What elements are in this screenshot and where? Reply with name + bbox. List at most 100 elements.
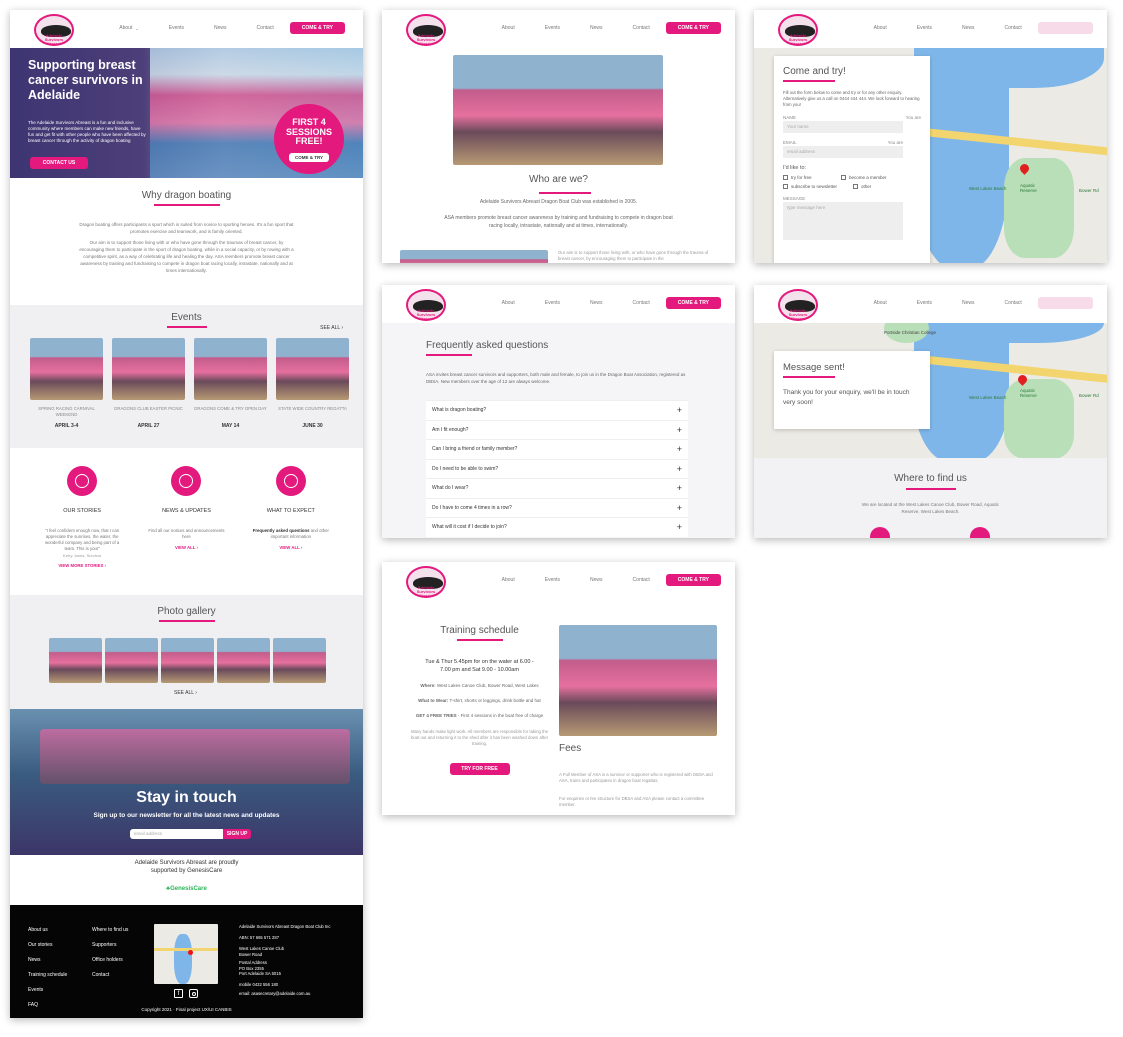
plus-icon[interactable]: +: [677, 483, 682, 493]
plus-icon[interactable]: +: [677, 464, 682, 474]
come-try-button[interactable]: COME & TRY: [665, 22, 721, 34]
checkbox[interactable]: [783, 175, 788, 180]
footer-facebook-icon[interactable]: f: [174, 989, 183, 998]
footer-link[interactable]: Supporters: [92, 942, 128, 948]
nav-contact[interactable]: Contact: [633, 577, 650, 583]
nav-about[interactable]: About: [502, 25, 515, 31]
plus-icon[interactable]: +: [677, 503, 682, 513]
nav-events[interactable]: Events: [545, 577, 560, 583]
gallery-photo[interactable]: [161, 638, 214, 683]
email-input[interactable]: email address: [783, 146, 903, 158]
nav-news[interactable]: News: [962, 25, 975, 31]
nav-about[interactable]: About: [874, 300, 887, 306]
info-icon[interactable]: [870, 527, 890, 538]
nav-events[interactable]: Events: [545, 300, 560, 306]
feature-link[interactable]: VIEW ALL ›: [145, 545, 227, 550]
gallery-see-all[interactable]: SEE ALL ›: [174, 690, 197, 696]
event-date: APRIL 3-4: [54, 423, 79, 429]
plus-icon[interactable]: +: [677, 444, 682, 454]
club-logo[interactable]: Adelaide Survivors Abreast: [406, 14, 446, 46]
club-logo[interactable]: Adelaide Survivors Abreast: [406, 289, 446, 321]
footer-link[interactable]: Events: [28, 987, 67, 993]
checkbox[interactable]: [783, 184, 788, 189]
footer-link[interactable]: Contact: [92, 972, 128, 978]
faq-item[interactable]: Can I bring a friend or family member? +: [426, 439, 688, 459]
contact-us-button[interactable]: CONTACT US: [30, 157, 88, 169]
nav-contact[interactable]: Contact: [1005, 25, 1022, 31]
footer-link[interactable]: News: [28, 957, 67, 963]
nav-news[interactable]: News: [962, 300, 975, 306]
footer-link[interactable]: Training schedule: [28, 972, 67, 978]
nav-news[interactable]: News: [590, 300, 603, 306]
nav-news[interactable]: News: [590, 577, 603, 583]
footer-link[interactable]: Office holders: [92, 957, 128, 963]
genesiscare-logo[interactable]: ♣GenesisCare: [10, 886, 363, 892]
badge-come-try-button[interactable]: COME & TRY: [288, 153, 330, 162]
nav-about[interactable]: About: [502, 577, 515, 583]
wear-value: T-shirt, shorts or leggings, drink bottl…: [449, 698, 541, 703]
gallery-photo[interactable]: [105, 638, 158, 683]
nav-news[interactable]: News: [214, 25, 227, 31]
feature-link[interactable]: VIEW MORE STORIES ›: [41, 563, 123, 568]
footer-link[interactable]: About us: [28, 927, 67, 933]
come-try-button[interactable]: COME & TRY: [665, 297, 721, 309]
faq-item[interactable]: What will it cost if I decide to join? +: [426, 517, 688, 537]
event-card[interactable]: SPRING RACING CARNIVAL WEEKEND APRIL 3-4: [30, 338, 103, 429]
nav-events[interactable]: Events: [917, 300, 932, 306]
nav-contact[interactable]: Contact: [633, 25, 650, 31]
sign-up-button[interactable]: SIGN UP: [223, 829, 251, 839]
footer-link[interactable]: Our stories: [28, 942, 67, 948]
try-for-free-button[interactable]: TRY FOR FREE: [449, 763, 510, 775]
event-card[interactable]: DRAGONS CLUB EASTER PICNIC APRIL 27: [112, 338, 185, 429]
plus-icon[interactable]: +: [677, 425, 682, 435]
option-other[interactable]: other: [853, 184, 893, 189]
faq-item[interactable]: What is dragon boating? +: [426, 400, 688, 420]
faq-item[interactable]: Am I fit enough? +: [426, 419, 688, 440]
name-input[interactable]: Your name: [783, 121, 903, 133]
come-try-button[interactable]: COME & TRY: [1037, 297, 1093, 309]
footer-email[interactable]: email: asasecretary@adelaide.com.au: [239, 991, 359, 997]
faq-item[interactable]: Do I need to be able to swim? +: [426, 458, 688, 479]
faq-item[interactable]: What do I wear? +: [426, 478, 688, 498]
nav-events[interactable]: Events: [169, 25, 184, 31]
nav-about[interactable]: About: [119, 25, 132, 31]
footer-instagram-icon[interactable]: [189, 989, 198, 998]
footer-map[interactable]: [154, 924, 218, 984]
nav-news[interactable]: News: [590, 25, 603, 31]
event-card[interactable]: DRAGONS COME & TRY OPEN DAY MAY 14: [194, 338, 267, 429]
gallery-photo[interactable]: [217, 638, 270, 683]
club-logo[interactable]: Adelaide Survivors Abreast: [34, 14, 74, 46]
club-logo[interactable]: Adelaide Survivors Abreast: [778, 289, 818, 321]
nav-about[interactable]: About: [502, 300, 515, 306]
option-member[interactable]: become a member: [841, 175, 911, 180]
nav-contact[interactable]: Contact: [257, 25, 274, 31]
club-logo[interactable]: Adelaide Survivors Abreast: [778, 14, 818, 46]
calendar-icon[interactable]: [970, 527, 990, 538]
checkbox[interactable]: [841, 175, 846, 180]
gallery-photo[interactable]: [49, 638, 102, 683]
come-try-button[interactable]: COME & TRY: [289, 22, 345, 34]
faq-item[interactable]: Do I have to come 4 times in a row? +: [426, 497, 688, 518]
checkbox[interactable]: [853, 184, 858, 189]
nav-events[interactable]: Events: [545, 25, 560, 31]
events-see-all[interactable]: SEE ALL ›: [320, 325, 343, 331]
gallery-photo[interactable]: [273, 638, 326, 683]
nav-contact[interactable]: Contact: [633, 300, 650, 306]
club-logo[interactable]: Adelaide Survivors Abreast: [406, 566, 446, 598]
event-card[interactable]: STATE WIDE COUNTRY REGATTA JUNE 30: [276, 338, 349, 429]
option-try[interactable]: try for free: [783, 175, 841, 180]
plus-icon[interactable]: +: [677, 522, 682, 532]
nav-about[interactable]: About: [874, 25, 887, 31]
footer-link[interactable]: Where to find us: [92, 927, 128, 933]
come-try-button[interactable]: COME & TRY: [665, 574, 721, 586]
newsletter-email-input[interactable]: email address: [130, 829, 223, 839]
option-newsletter[interactable]: subscribe to newsletter: [783, 184, 853, 189]
nav-events[interactable]: Events: [917, 25, 932, 31]
come-try-button[interactable]: COME & TRY: [1037, 22, 1093, 34]
nav-contact[interactable]: Contact: [1005, 300, 1022, 306]
message-textarea[interactable]: type message here: [783, 202, 903, 240]
chat-icon: [171, 466, 202, 496]
feature-link[interactable]: VIEW ALL ›: [250, 545, 332, 550]
sponsor-logo-text: GenesisCare: [170, 886, 207, 892]
plus-icon[interactable]: +: [677, 405, 682, 415]
